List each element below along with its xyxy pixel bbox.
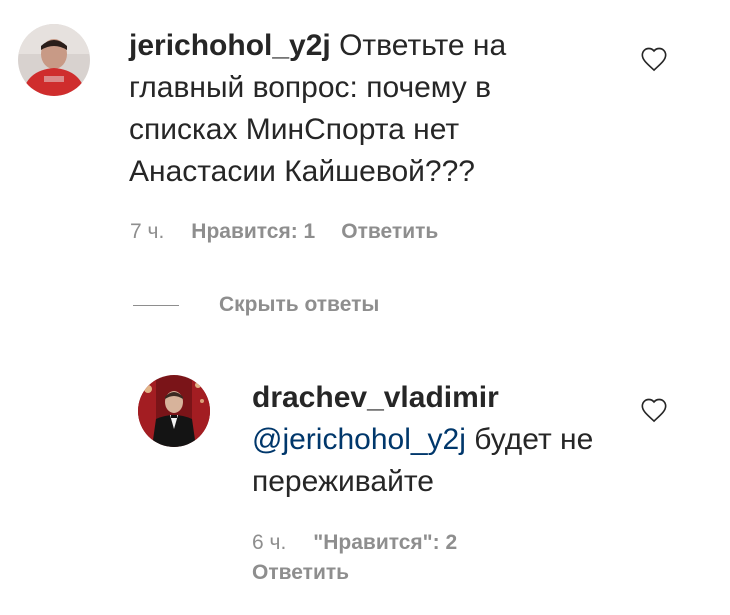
reply-meta-line1: 6 ч. "Нравится": 2 <box>252 531 457 555</box>
reply-like-heart-icon[interactable] <box>640 397 668 423</box>
commenter-avatar[interactable] <box>18 24 90 96</box>
reply-username[interactable]: drachev_vladimir <box>252 381 499 414</box>
reply-time[interactable]: 6 ч. <box>252 531 286 554</box>
comment-body: jerichohol_y2j Ответьте на главный вопро… <box>129 25 599 193</box>
comment-username[interactable]: jerichohol_y2j <box>129 29 331 62</box>
comment-time[interactable]: 7 ч. <box>130 220 164 243</box>
reply-body: drachev_vladimir @jerichohol_y2j будет не… <box>252 377 642 503</box>
hide-replies-label: Скрыть ответы <box>219 293 380 316</box>
comment-like-heart-icon[interactable] <box>640 46 668 72</box>
reply-meta-line2: Ответить <box>252 561 349 585</box>
comment-meta: 7 ч. Нравится: 1 Ответить <box>130 220 438 244</box>
reply-reply-button[interactable]: Ответить <box>252 561 349 584</box>
comment-reply-button[interactable]: Ответить <box>341 220 438 243</box>
reply-likes-count[interactable]: "Нравится": 2 <box>313 531 457 554</box>
reply-mention-link[interactable]: @jerichohol_y2j <box>252 423 466 456</box>
replier-avatar[interactable] <box>138 375 210 447</box>
comment-likes-count[interactable]: Нравится: 1 <box>191 220 315 243</box>
hide-replies-toggle[interactable]: Скрыть ответы <box>133 293 379 317</box>
divider-line <box>133 304 179 306</box>
